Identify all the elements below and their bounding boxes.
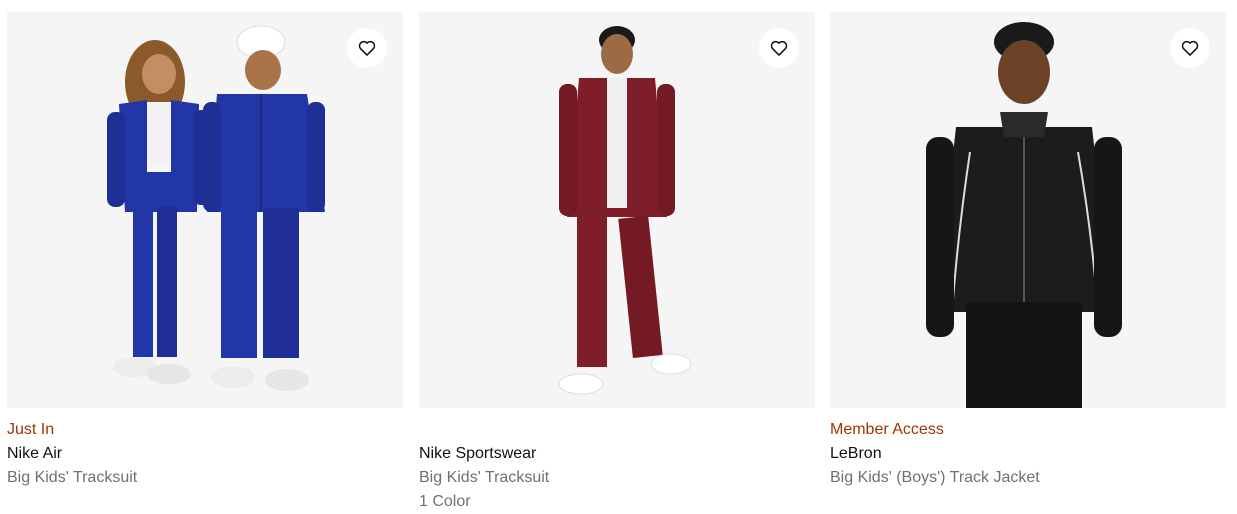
product-photo-red-tracksuit-kid — [558, 26, 692, 395]
product-subtitle: Big Kids' (Boys') Track Jacket — [830, 469, 1040, 486]
favorite-button[interactable] — [1170, 28, 1210, 68]
product-color-count: 1 Color — [419, 493, 471, 510]
product-title[interactable]: Nike Air — [7, 442, 403, 466]
product-photo-black-track-jacket-kid — [926, 22, 1122, 408]
product-badge — [419, 418, 815, 442]
product-image[interactable] — [830, 12, 1226, 408]
product-grid: Just In Nike Air Big Kids' Tracksuit Nik… — [0, 0, 1237, 510]
product-image[interactable] — [7, 12, 403, 408]
heart-icon — [358, 40, 376, 56]
favorite-button[interactable] — [347, 28, 387, 68]
favorite-button[interactable] — [759, 28, 799, 68]
product-photo-blue-tracksuit-kids — [107, 25, 325, 391]
product-info: Just In Nike Air Big Kids' Tracksuit — [7, 408, 403, 490]
heart-icon — [770, 40, 788, 56]
product-image[interactable] — [419, 12, 815, 408]
product-title[interactable]: Nike Sportswear — [419, 442, 815, 466]
product-info: Member Access LeBron Big Kids' (Boys') T… — [830, 408, 1226, 490]
product-subtitle: Big Kids' Tracksuit — [419, 469, 550, 486]
product-card-lebron[interactable]: Member Access LeBron Big Kids' (Boys') T… — [830, 12, 1226, 490]
product-badge: Just In — [7, 421, 55, 438]
product-subtitle: Big Kids' Tracksuit — [7, 469, 138, 486]
product-badge: Member Access — [830, 421, 944, 438]
product-title[interactable]: LeBron — [830, 442, 1226, 466]
product-info: Nike Sportswear Big Kids' Tracksuit 1 Co… — [419, 408, 815, 514]
product-card-nike-air[interactable]: Just In Nike Air Big Kids' Tracksuit — [7, 12, 403, 490]
product-card-nike-sportswear[interactable]: Nike Sportswear Big Kids' Tracksuit 1 Co… — [419, 12, 815, 514]
heart-icon — [1181, 40, 1199, 56]
